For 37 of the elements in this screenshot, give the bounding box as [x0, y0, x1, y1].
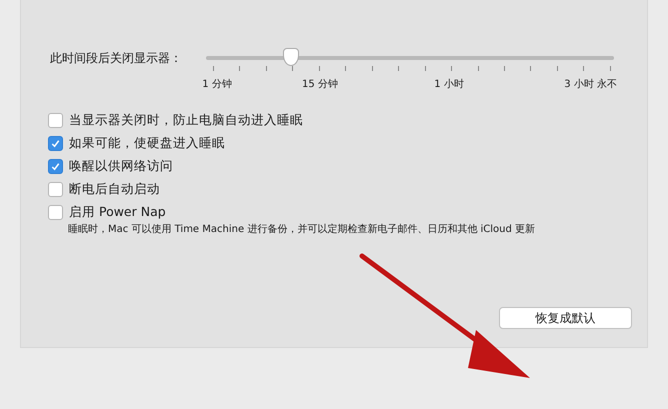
tick-mark	[530, 66, 532, 71]
tick-mark	[504, 66, 505, 71]
tick-label: 1 分钟	[202, 78, 232, 91]
checkbox-label: 启用 Power Nap	[69, 204, 166, 221]
checkbox-label: 如果可能，使硬盘进入睡眠	[69, 135, 225, 152]
tick-mark	[424, 66, 426, 71]
restore-defaults-button[interactable]: 恢复成默认	[499, 307, 632, 329]
checkbox[interactable]	[48, 205, 63, 220]
tick-label: 永不	[597, 78, 617, 91]
slider-thumb[interactable]	[282, 48, 299, 66]
tick-mark	[610, 66, 611, 71]
tick-label: 3 小时	[564, 78, 594, 91]
tick-mark	[318, 66, 320, 71]
tick-mark	[556, 66, 558, 71]
checkbox-label: 当显示器关闭时，防止电脑自动进入睡眠	[69, 112, 303, 129]
tick-mark	[213, 66, 214, 71]
checkbox[interactable]	[48, 136, 63, 151]
checkbox[interactable]	[48, 159, 63, 174]
tick-label: 15 分钟	[302, 78, 338, 91]
tick-mark	[478, 66, 479, 71]
tick-mark	[583, 66, 584, 71]
tick-label: 1 小时	[434, 78, 464, 91]
tick-mark	[372, 66, 373, 71]
checkmark-icon	[50, 161, 61, 172]
slider-label: 此时间段后关闭显示器：	[50, 50, 183, 67]
checkmark-icon	[50, 138, 61, 149]
tick-mark	[398, 66, 400, 71]
tick-mark	[239, 66, 240, 71]
tick-mark	[451, 66, 452, 71]
tick-mark	[292, 66, 294, 71]
tick-mark	[266, 66, 267, 71]
option-description: 睡眠时，Mac 可以使用 Time Machine 进行备份，并可以定期检查新电子邮件、日历和其他 iCloud 更新	[67, 222, 536, 236]
checkbox-label: 断电后自动启动	[69, 181, 160, 198]
checkbox[interactable]	[48, 182, 63, 197]
checkbox[interactable]	[48, 113, 63, 128]
checkbox-label: 唤醒以供网络访问	[69, 158, 173, 175]
tick-mark	[345, 66, 346, 71]
